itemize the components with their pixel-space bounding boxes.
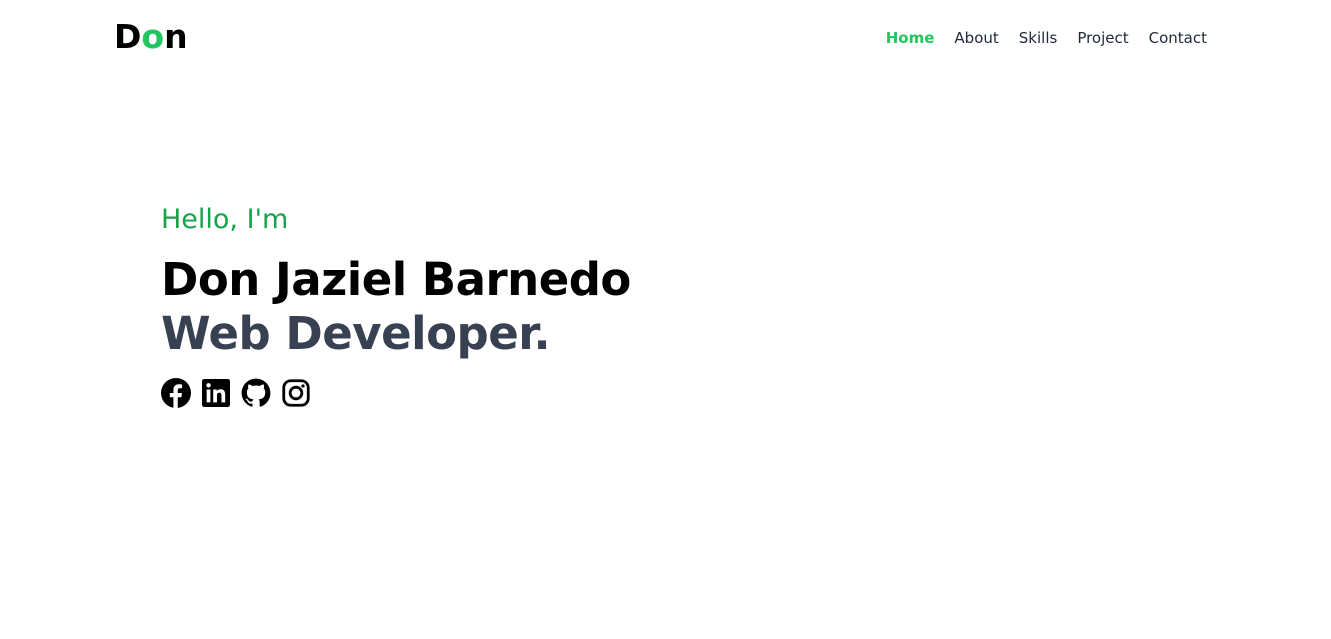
nav-project[interactable]: Project <box>1077 28 1128 48</box>
site-header: Don Home About Skills Project Contact <box>0 0 1331 76</box>
main-nav: Home About Skills Project Contact <box>886 28 1207 48</box>
nav-skills[interactable]: Skills <box>1019 28 1058 48</box>
nav-contact[interactable]: Contact <box>1149 28 1207 48</box>
instagram-link[interactable] <box>281 378 311 408</box>
logo-letter-d: D <box>114 17 142 56</box>
portfolio-page: Don Home About Skills Project Contact He… <box>0 0 1331 639</box>
logo[interactable]: Don <box>114 17 188 57</box>
hero-section: Hello, I'm Don Jaziel Barnedo Web Develo… <box>161 200 861 408</box>
github-link[interactable] <box>241 378 271 408</box>
hero-greeting: Hello, I'm <box>161 204 289 235</box>
linkedin-link[interactable] <box>201 378 231 408</box>
facebook-icon <box>161 378 191 408</box>
nav-about[interactable]: About <box>954 28 998 48</box>
hero-role: Web Developer. <box>161 307 551 360</box>
hero-name: Don Jaziel Barnedo <box>161 253 631 306</box>
social-links <box>161 378 861 408</box>
linkedin-icon <box>202 379 230 407</box>
logo-letter-o: o <box>141 17 165 56</box>
github-icon <box>241 378 271 407</box>
logo-letter-n: n <box>164 17 188 56</box>
nav-home[interactable]: Home <box>886 28 935 48</box>
facebook-link[interactable] <box>161 378 191 408</box>
instagram-icon <box>282 379 310 407</box>
